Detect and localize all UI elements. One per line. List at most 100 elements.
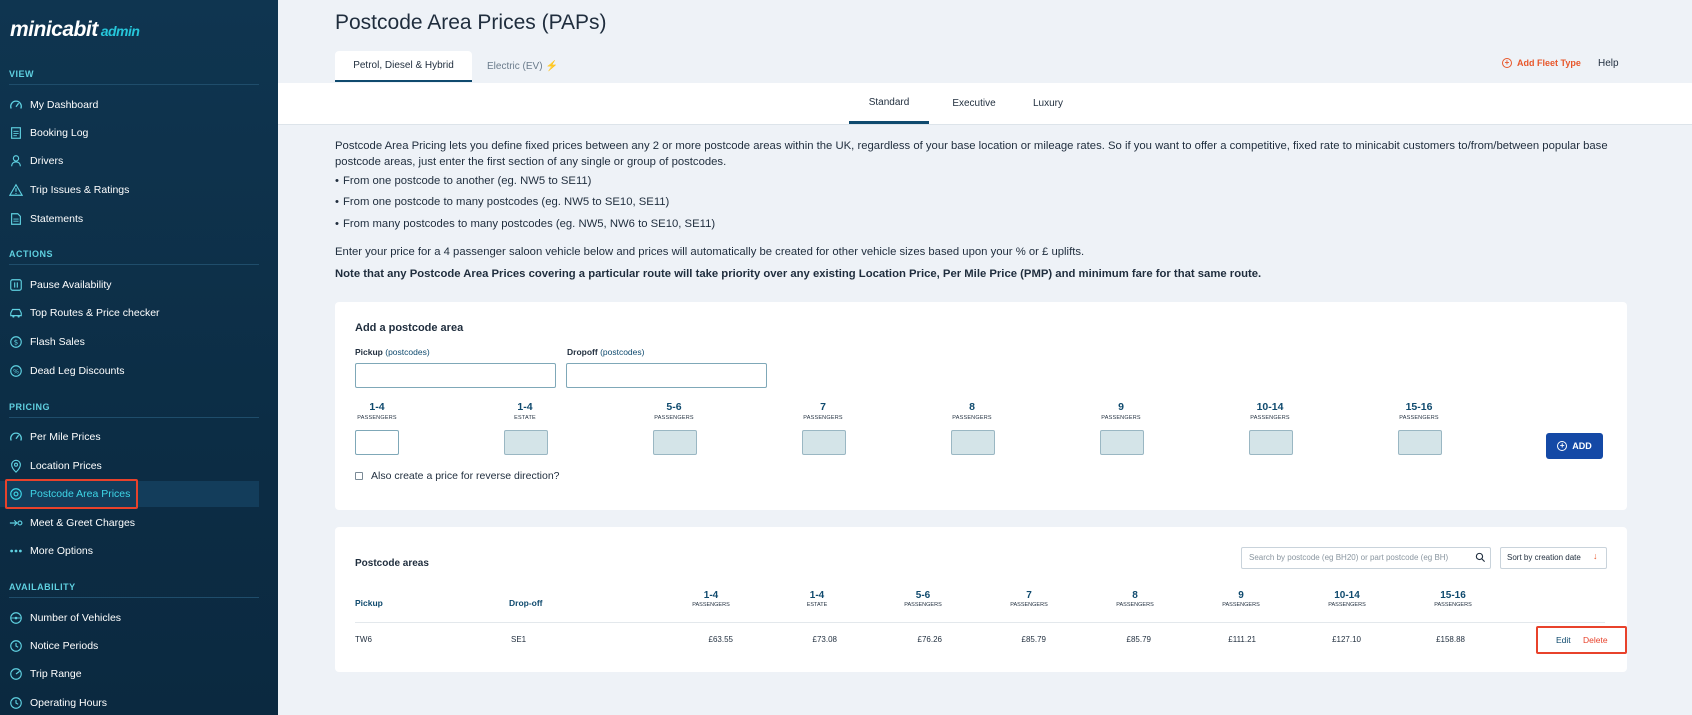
uplift-text: Enter your price for a 4 passenger saloo… (335, 246, 1085, 258)
tab-executive[interactable]: Executive (939, 83, 1009, 124)
price-input-7-passengers[interactable] (802, 430, 846, 455)
vehicle-col-header: 9 PASSENGERS (1091, 401, 1151, 421)
sidebar-item-statements[interactable]: Statements (0, 206, 259, 232)
reverse-direction-checkbox[interactable] (355, 472, 363, 480)
sidebar-item-my-dashboard[interactable]: My Dashboard (0, 92, 259, 118)
dropoff-postcodes-input[interactable] (566, 363, 767, 388)
vehicle-size: 8 (1132, 590, 1138, 601)
sidebar-item-label: Pause Availability (30, 279, 112, 291)
column-header-vehicle: 10-14 PASSENGERS (1317, 590, 1377, 608)
vehicle-size: 5-6 (915, 590, 931, 601)
sidebar-item-label: Operating Hours (30, 697, 108, 709)
logo-text: minicabit (10, 18, 98, 41)
dropoff-label: Dropoff (postcodes) (567, 347, 644, 357)
car-icon (9, 306, 23, 320)
section-title-pricing: PRICING (9, 402, 51, 412)
vehicle-size: 15-16 (1405, 401, 1433, 413)
vehicle-col-header: 8 PASSENGERS (942, 401, 1002, 421)
add-button-label: ADD (1572, 441, 1592, 451)
price-input-5-6-passengers[interactable] (653, 430, 697, 455)
sidebar-item-label: Trip Issues & Ratings (30, 184, 130, 196)
price-input-8-passengers[interactable] (951, 430, 995, 455)
pickup-label: Pickup (postcodes) (355, 347, 430, 357)
add-fleet-type-button[interactable]: + Add Fleet Type (1502, 58, 1581, 68)
sidebar-item-label: Meet & Greet Charges (30, 517, 136, 529)
pickup-label-text: Pickup (355, 347, 383, 357)
sidebar-item-top-routes[interactable]: Top Routes & Price checker (0, 300, 259, 326)
divider (9, 597, 259, 598)
pickup-postcodes-input[interactable] (355, 363, 556, 388)
row-price: £85.79 (1021, 635, 1046, 644)
sidebar-item-operating-hours[interactable]: Operating Hours (0, 690, 259, 715)
tier-tab-bar: Standard Executive Luxury (278, 83, 1692, 125)
vehicle-size: 9 (1118, 401, 1124, 413)
vehicle-type: PASSENGERS (692, 602, 730, 608)
sidebar-item-booking-log[interactable]: Booking Log (0, 120, 259, 146)
tab-label: Standard (868, 96, 910, 108)
sidebar-item-per-mile-prices[interactable]: Per Mile Prices (0, 424, 259, 450)
search-icon[interactable] (1475, 552, 1486, 563)
sidebar-item-more-options[interactable]: More Options (0, 538, 259, 564)
postcode-search-input[interactable]: Search by postcode (eg BH20) or part pos… (1241, 547, 1491, 569)
section-title-actions: ACTIONS (9, 249, 53, 259)
tab-label: Luxury (1032, 98, 1063, 109)
sidebar-item-notice-periods[interactable]: Notice Periods (0, 633, 259, 659)
vehicle-type: ESTATE (514, 415, 536, 421)
sidebar-item-label: Location Prices (30, 460, 102, 472)
sidebar-item-label: Booking Log (30, 127, 89, 139)
add-form-title: Add a postcode area (355, 322, 464, 334)
vehicle-type: PASSENGERS (1250, 415, 1290, 421)
price-input-9-passengers[interactable] (1100, 430, 1144, 455)
dropoff-hint: (postcodes) (600, 347, 645, 357)
sidebar-item-dead-leg-discounts[interactable]: % Dead Leg Discounts (0, 358, 259, 384)
tab-luxury[interactable]: Luxury (1018, 83, 1078, 124)
sidebar-item-meet-greet[interactable]: Meet & Greet Charges (0, 510, 259, 536)
vehicle-type: PASSENGERS (1399, 415, 1439, 421)
price-input-15-16-passengers[interactable] (1398, 430, 1442, 455)
lightning-icon: ⚡ (545, 61, 558, 72)
price-input-10-14-passengers[interactable] (1249, 430, 1293, 455)
vehicle-col-header: 10-14 PASSENGERS (1240, 401, 1300, 421)
pause-icon (9, 278, 23, 292)
brand-logo[interactable]: minicabit admin (10, 18, 140, 42)
row-price: £127.10 (1332, 635, 1361, 644)
sidebar-item-trip-range[interactable]: Trip Range (0, 661, 259, 687)
meet-greet-icon (9, 516, 23, 530)
tab-standard[interactable]: Standard (849, 83, 929, 124)
list-item: From one postcode to another (eg. NW5 to… (335, 175, 591, 187)
tab-label: Electric (EV) (486, 61, 543, 72)
vehicle-type: PASSENGERS (357, 415, 397, 421)
sidebar-item-location-prices[interactable]: Location Prices (0, 453, 259, 479)
sidebar-item-label: Statements (30, 213, 84, 225)
list-item: From one postcode to many postcodes (eg.… (335, 196, 669, 208)
sidebar-item-label: Number of Vehicles (30, 612, 122, 624)
sidebar-item-label: Per Mile Prices (30, 431, 101, 443)
sort-select[interactable]: Sort by creation date (1500, 547, 1607, 569)
sidebar-item-drivers[interactable]: Drivers (0, 148, 259, 174)
divider (9, 264, 259, 265)
sidebar-item-label: My Dashboard (30, 99, 99, 111)
price-input-1-4-estate[interactable] (504, 430, 548, 455)
tab-label: Executive (952, 98, 996, 109)
sidebar-item-trip-issues[interactable]: Trip Issues & Ratings (0, 177, 259, 203)
clock-icon (9, 639, 23, 653)
sidebar-item-number-of-vehicles[interactable]: Number of Vehicles (0, 605, 259, 631)
tab-petrol-diesel-hybrid[interactable]: Petrol, Diesel & Hybrid (335, 51, 472, 82)
sidebar-item-pause-availability[interactable]: Pause Availability (0, 272, 259, 298)
sidebar-item-label: Notice Periods (30, 640, 99, 652)
section-title-availability: AVAILABILITY (9, 582, 76, 592)
list-item: From many postcodes to many postcodes (e… (335, 218, 715, 230)
vehicle-type: PASSENGERS (1328, 602, 1366, 608)
tab-electric-ev[interactable]: Electric (EV) ⚡ (480, 51, 565, 82)
column-header-dropoff: Drop-off (509, 598, 543, 608)
sidebar-item-flash-sales[interactable]: $ Flash Sales (0, 329, 259, 355)
row-price: £76.26 (917, 635, 942, 644)
help-link[interactable]: Help (1598, 58, 1619, 69)
add-button[interactable]: + ADD (1546, 433, 1603, 459)
row-dropoff: SE1 (511, 635, 527, 644)
vehicle-type: PASSENGERS (1116, 602, 1154, 608)
vehicle-col-header: 1-4 ESTATE (495, 401, 555, 421)
logo-suffix: admin (100, 23, 140, 39)
price-input-1-4-passengers[interactable] (355, 430, 399, 455)
plus-circle-icon: + (1502, 58, 1512, 68)
